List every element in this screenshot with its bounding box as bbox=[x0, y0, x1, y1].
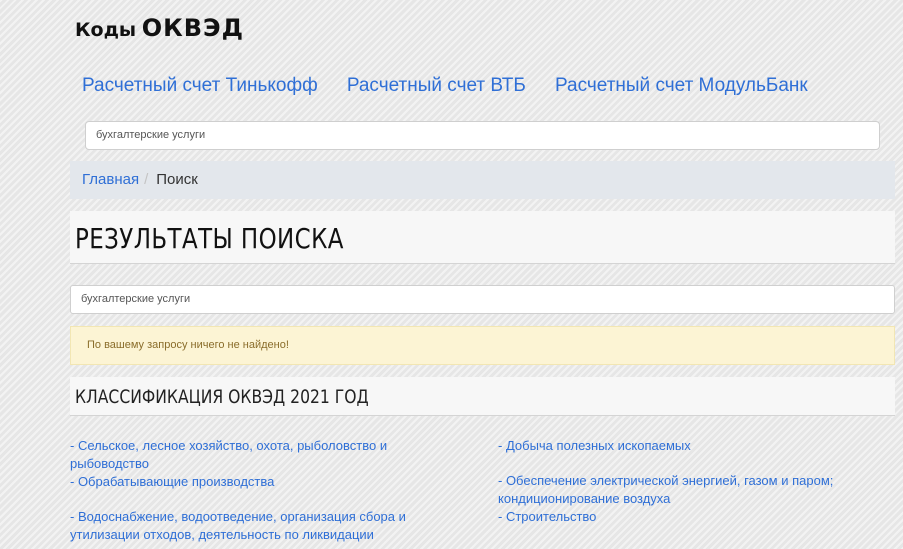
classification-list-right: - Добыча полезных ископаемых - Обеспечен… bbox=[498, 437, 893, 526]
logo-text-prefix: Коды bbox=[75, 19, 137, 41]
logo-text-main: ОКВЭД bbox=[141, 14, 245, 42]
breadcrumb-current: Поиск bbox=[156, 171, 198, 188]
classification-header: КЛАССИФИКАЦИЯ ОКВЭД 2021 ГОД bbox=[70, 377, 895, 416]
classification-link-mining[interactable]: - Добыча полезных ископаемых bbox=[498, 437, 893, 455]
page-title: РЕЗУЛЬТАТЫ ПОИСКА bbox=[75, 222, 344, 255]
no-results-alert: По вашему запросу ничего не найдено! bbox=[70, 326, 895, 365]
classification-title: КЛАССИФИКАЦИЯ ОКВЭД 2021 ГОД bbox=[75, 386, 369, 408]
classification-link-energy[interactable]: - Обеспечение электрической энергией, га… bbox=[498, 472, 893, 508]
nav-link-vtb[interactable]: Расчетный счет ВТБ bbox=[347, 75, 526, 97]
classification-link-agriculture[interactable]: - Сельское, лесное хозяйство, охота, рыб… bbox=[70, 437, 460, 473]
classification-link-manufacturing[interactable]: - Обрабатывающие производства bbox=[70, 473, 460, 491]
nav-link-modulbank[interactable]: Расчетный счет МодульБанк bbox=[555, 75, 808, 97]
alert-message: По вашему запросу ничего не найдено! bbox=[87, 339, 289, 351]
query-input[interactable]: бухгалтерские услуги bbox=[70, 285, 895, 314]
results-header: РЕЗУЛЬТАТЫ ПОИСКА bbox=[70, 211, 895, 264]
breadcrumb-home-link[interactable]: Главная bbox=[82, 171, 139, 188]
breadcrumb-separator: / bbox=[144, 171, 149, 188]
breadcrumb: Главная / Поиск bbox=[70, 161, 895, 199]
top-nav: Расчетный счет Тинькофф Расчетный счет В… bbox=[82, 75, 832, 99]
classification-link-water-supply[interactable]: - Водоснабжение, водоотведение, организа… bbox=[70, 508, 460, 544]
classification-link-construction[interactable]: - Строительство bbox=[498, 508, 893, 526]
nav-link-tinkoff[interactable]: Расчетный счет Тинькофф bbox=[82, 75, 318, 97]
site-logo[interactable]: Коды ОКВЭД bbox=[75, 14, 244, 42]
search-input[interactable]: бухгалтерские услуги bbox=[85, 121, 880, 150]
classification-list-left: - Сельское, лесное хозяйство, охота, рыб… bbox=[70, 437, 460, 544]
